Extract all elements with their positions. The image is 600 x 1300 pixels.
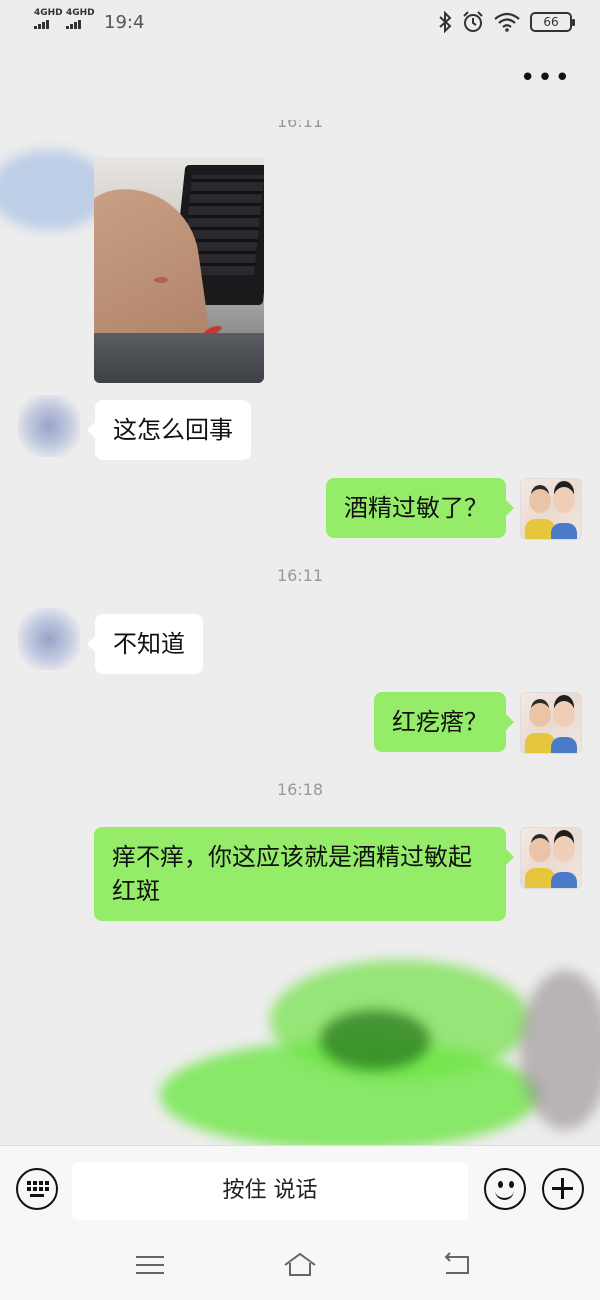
incoming-message[interactable]: 这怎么回事 <box>87 400 251 460</box>
redaction-scribble <box>520 970 600 1130</box>
plus-icon[interactable] <box>542 1168 584 1210</box>
emoji-icon[interactable] <box>484 1168 526 1210</box>
input-bar: 按住 说话 <box>0 1145 600 1237</box>
back-icon[interactable] <box>442 1251 472 1279</box>
network-type-2: 4GHD <box>66 8 95 18</box>
more-options-button[interactable]: ••• <box>520 65 572 91</box>
my-avatar[interactable] <box>520 478 582 540</box>
menu-icon[interactable] <box>136 1253 164 1277</box>
battery-icon: 66 <box>530 12 575 32</box>
timestamp: 16:11 <box>276 120 324 131</box>
image-message[interactable] <box>94 157 264 383</box>
status-bar: 4GHD 4GHD 19:4 66 <box>0 0 600 44</box>
chat-header: ••• <box>0 44 600 120</box>
my-avatar[interactable] <box>520 827 582 889</box>
wifi-icon <box>494 12 520 32</box>
network-type-1: 4GHD <box>34 8 63 18</box>
contact-avatar[interactable] <box>18 395 80 457</box>
timestamp: 16:18 <box>276 780 324 799</box>
keyboard-icon[interactable] <box>16 1168 58 1210</box>
home-icon[interactable] <box>282 1251 318 1279</box>
timestamp: 16:11 <box>276 566 324 585</box>
signal-icon: 4GHD <box>34 8 63 29</box>
system-nav-bar <box>0 1237 600 1300</box>
bluetooth-icon <box>439 11 452 33</box>
status-time: 19:4 <box>104 12 145 33</box>
my-avatar[interactable] <box>520 692 582 754</box>
signal-icon-2: 4GHD <box>66 8 95 29</box>
outgoing-message[interactable]: 痒不痒，你这应该就是酒精过敏起红斑 <box>94 827 514 921</box>
contact-avatar[interactable] <box>18 608 80 670</box>
chat-area[interactable]: 16:11 这怎么回事 酒精过敏了？ 16:11 不知道 红疙瘩？ 16:18 … <box>0 120 600 1145</box>
outgoing-message[interactable]: 红疙瘩？ <box>374 692 514 752</box>
outgoing-message[interactable]: 酒精过敏了？ <box>326 478 514 538</box>
incoming-message[interactable]: 不知道 <box>87 614 203 674</box>
hold-to-talk-button[interactable]: 按住 说话 <box>72 1162 468 1220</box>
alarm-icon <box>463 11 483 32</box>
redaction-scribble <box>320 1010 430 1070</box>
